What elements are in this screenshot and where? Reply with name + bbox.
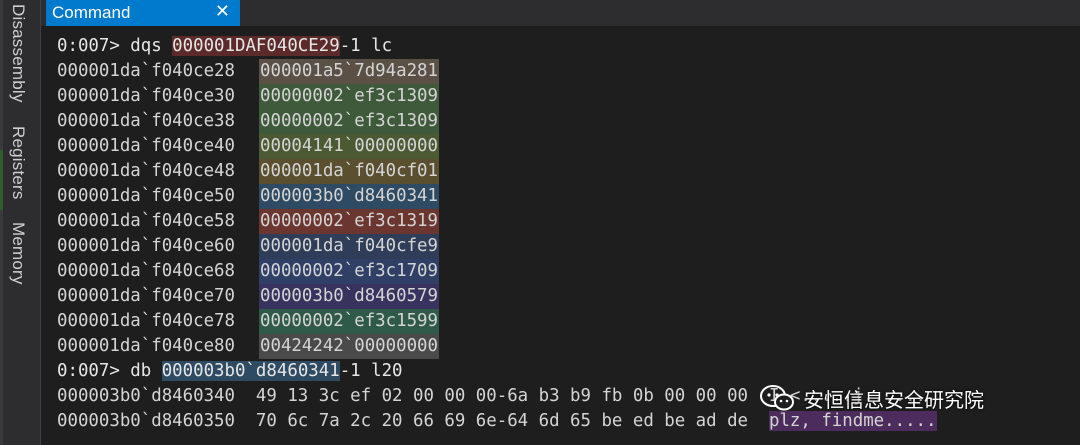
highlighted-address: 000001DAF040CE29 (172, 36, 340, 56)
tab-bar: Command ✕ (41, 0, 1080, 26)
row-value: 00424242`00000000 (259, 334, 439, 359)
row-address: 000001da`f040ce40 (57, 136, 235, 156)
dump-line: 000003b0`d8460350 70 6c 7a 2c 20 66 69 6… (57, 411, 769, 431)
highlighted-address: 000003b0`d8460341 (161, 361, 340, 381)
row-value: 000003b0`d8460341 (259, 184, 439, 209)
tab-command[interactable]: Command ✕ (46, 0, 240, 26)
dqs-row: 000001da`f040ce58 00000002`ef3c1319 (57, 209, 1080, 234)
row-value: 000003b0`d8460579 (259, 284, 439, 309)
dqs-row: 000001da`f040ce80 00424242`00000000 (57, 334, 1080, 359)
row-value: 000001da`f040cf01 (259, 159, 439, 184)
row-value: 00000002`ef3c1309 (259, 109, 439, 134)
watermark-text: 安恒信息安全研究院 (804, 387, 984, 412)
dqs-row: 000001da`f040ce38 00000002`ef3c1309 (57, 109, 1080, 134)
row-address: 000001da`f040ce30 (57, 86, 235, 106)
row-address: 000001da`f040ce60 (57, 236, 235, 256)
close-icon[interactable]: ✕ (215, 1, 230, 22)
prompt-text: 0:007> dqs (57, 36, 173, 56)
wechat-icon (760, 385, 794, 411)
side-panel: Disassembly Registers Memory (0, 0, 41, 445)
dqs-row: 000001da`f040ce68 00000002`ef3c1709 (57, 259, 1080, 284)
row-value: 000001a5`7d94a281 (259, 59, 439, 84)
row-address: 000001da`f040ce80 (57, 336, 235, 356)
prompt-text: 0:007> db (57, 361, 162, 381)
side-tab-disassembly[interactable]: Disassembly (8, 4, 28, 103)
command-suffix: -1 l20 (339, 361, 403, 381)
dqs-row: 000001da`f040ce28 000001a5`7d94a281 (57, 59, 1080, 84)
row-address: 000001da`f040ce68 (57, 261, 235, 281)
row-address: 000001da`f040ce58 (57, 211, 235, 231)
row-address: 000001da`f040ce38 (57, 111, 235, 131)
row-value: 00000002`ef3c1309 (259, 84, 439, 109)
dqs-row: 000001da`f040ce70 000003b0`d8460579 (57, 284, 1080, 309)
side-tab-registers[interactable]: Registers (8, 126, 28, 200)
watermark: 安恒信息安全研究院 (760, 378, 984, 418)
dqs-row: 000001da`f040ce60 000001da`f040cfe9 (57, 234, 1080, 259)
dqs-row: 000001da`f040ce78 00000002`ef3c1599 (57, 309, 1080, 334)
row-address: 000001da`f040ce70 (57, 286, 235, 306)
row-value: 00000002`ef3c1599 (259, 309, 439, 334)
tab-command-label: Command (52, 3, 131, 22)
side-tab-memory[interactable]: Memory (8, 222, 28, 285)
dqs-row: 000001da`f040ce48 000001da`f040cf01 (57, 159, 1080, 184)
row-value: 000001da`f040cfe9 (259, 234, 439, 259)
dqs-row: 000001da`f040ce50 000003b0`d8460341 (57, 184, 1080, 209)
command-suffix: -1 lc (339, 36, 393, 56)
row-value: 00000002`ef3c1319 (259, 209, 439, 234)
command-line-dqs: 0:007> dqs 000001DAF040CE29-1 lc (57, 34, 1080, 59)
row-value: 00000002`ef3c1709 (259, 259, 439, 284)
dqs-output: 000001da`f040ce28 000001a5`7d94a281 000001… (57, 59, 1080, 359)
row-address: 000001da`f040ce48 (57, 161, 235, 181)
side-accent-active (0, 150, 3, 210)
row-value: 00004141`00000000 (259, 134, 439, 159)
dqs-row: 000001da`f040ce40 00004141`00000000 (57, 134, 1080, 159)
dqs-row: 000001da`f040ce30 00000002`ef3c1309 (57, 84, 1080, 109)
side-accent-bar (0, 0, 3, 445)
row-address: 000001da`f040ce78 (57, 311, 235, 331)
row-address: 000001da`f040ce28 (57, 61, 235, 81)
row-address: 000001da`f040ce50 (57, 186, 235, 206)
